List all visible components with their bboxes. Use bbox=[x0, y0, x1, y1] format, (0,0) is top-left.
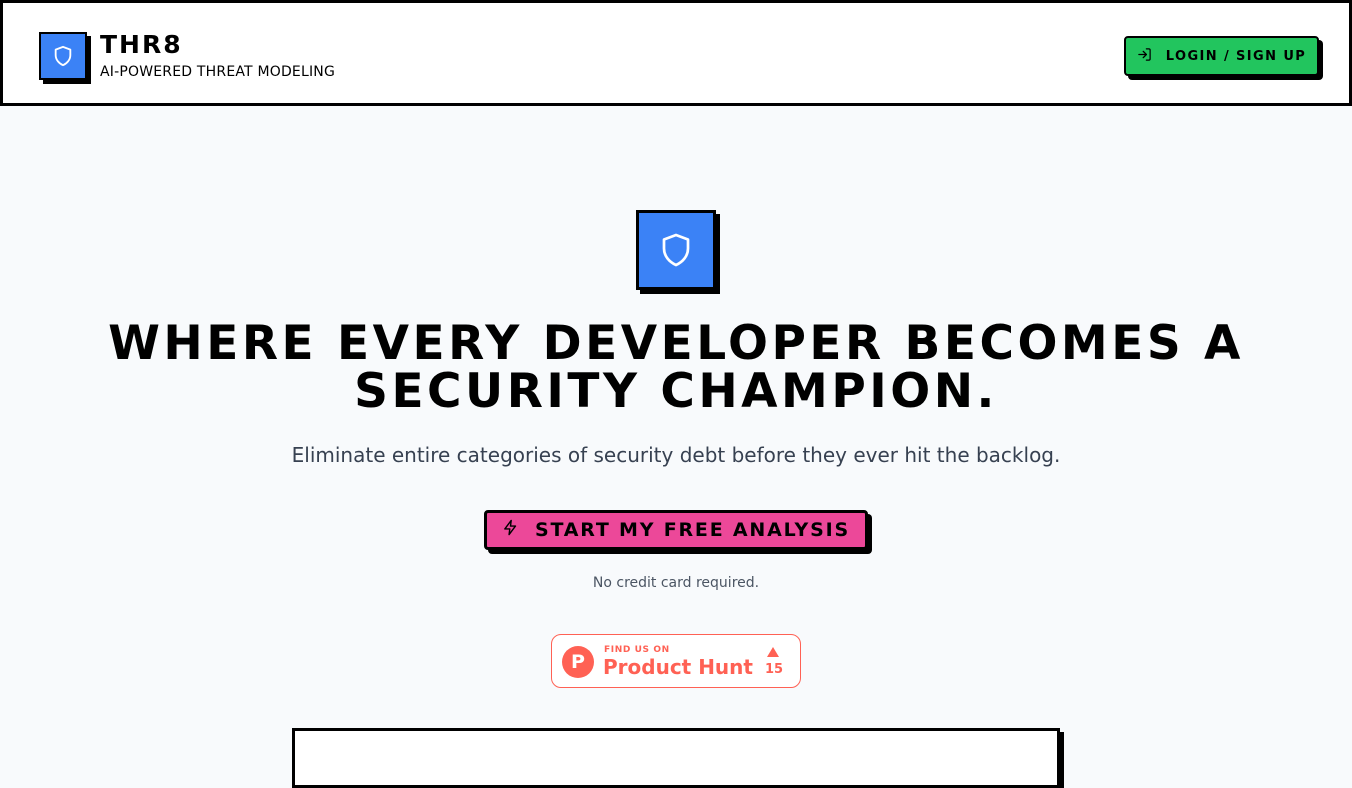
hero-headline: WHERE EVERY DEVELOPER BECOMES A SECURITY… bbox=[0, 320, 1352, 416]
upvote-count: 15 bbox=[765, 662, 784, 677]
product-hunt-find-us: FIND US ON bbox=[604, 645, 670, 655]
shield-icon[interactable] bbox=[39, 32, 87, 80]
brand-tagline: AI-POWERED THREAT MODELING bbox=[100, 64, 336, 80]
upvote-arrow-icon bbox=[767, 647, 779, 657]
login-signup-label: LOGIN / SIGN UP bbox=[1165, 48, 1307, 64]
product-hunt-logo: P bbox=[562, 646, 594, 678]
headline-line-2: SECURITY CHAMPION. bbox=[354, 364, 998, 419]
hero-shield-icon bbox=[636, 210, 716, 290]
no-credit-card-note: No credit card required. bbox=[592, 575, 760, 591]
lightning-icon bbox=[502, 519, 519, 541]
login-signup-button[interactable]: LOGIN / SIGN UP bbox=[1124, 36, 1319, 76]
headline-line-1: WHERE EVERY DEVELOPER BECOMES A bbox=[108, 316, 1244, 371]
product-hunt-name: Product Hunt bbox=[603, 655, 753, 679]
cta-label: START MY FREE ANALYSIS bbox=[535, 519, 850, 541]
preview-card bbox=[292, 728, 1060, 788]
site-header: THR8 AI-POWERED THREAT MODELING LOGIN / … bbox=[0, 0, 1352, 106]
hero-subheadline: Eliminate entire categories of security … bbox=[291, 443, 1061, 467]
login-icon bbox=[1137, 47, 1152, 66]
brand-name[interactable]: THR8 bbox=[100, 30, 183, 59]
product-hunt-badge[interactable]: P FIND US ON Product Hunt 15 bbox=[551, 634, 801, 688]
start-free-analysis-button[interactable]: START MY FREE ANALYSIS bbox=[484, 510, 868, 550]
